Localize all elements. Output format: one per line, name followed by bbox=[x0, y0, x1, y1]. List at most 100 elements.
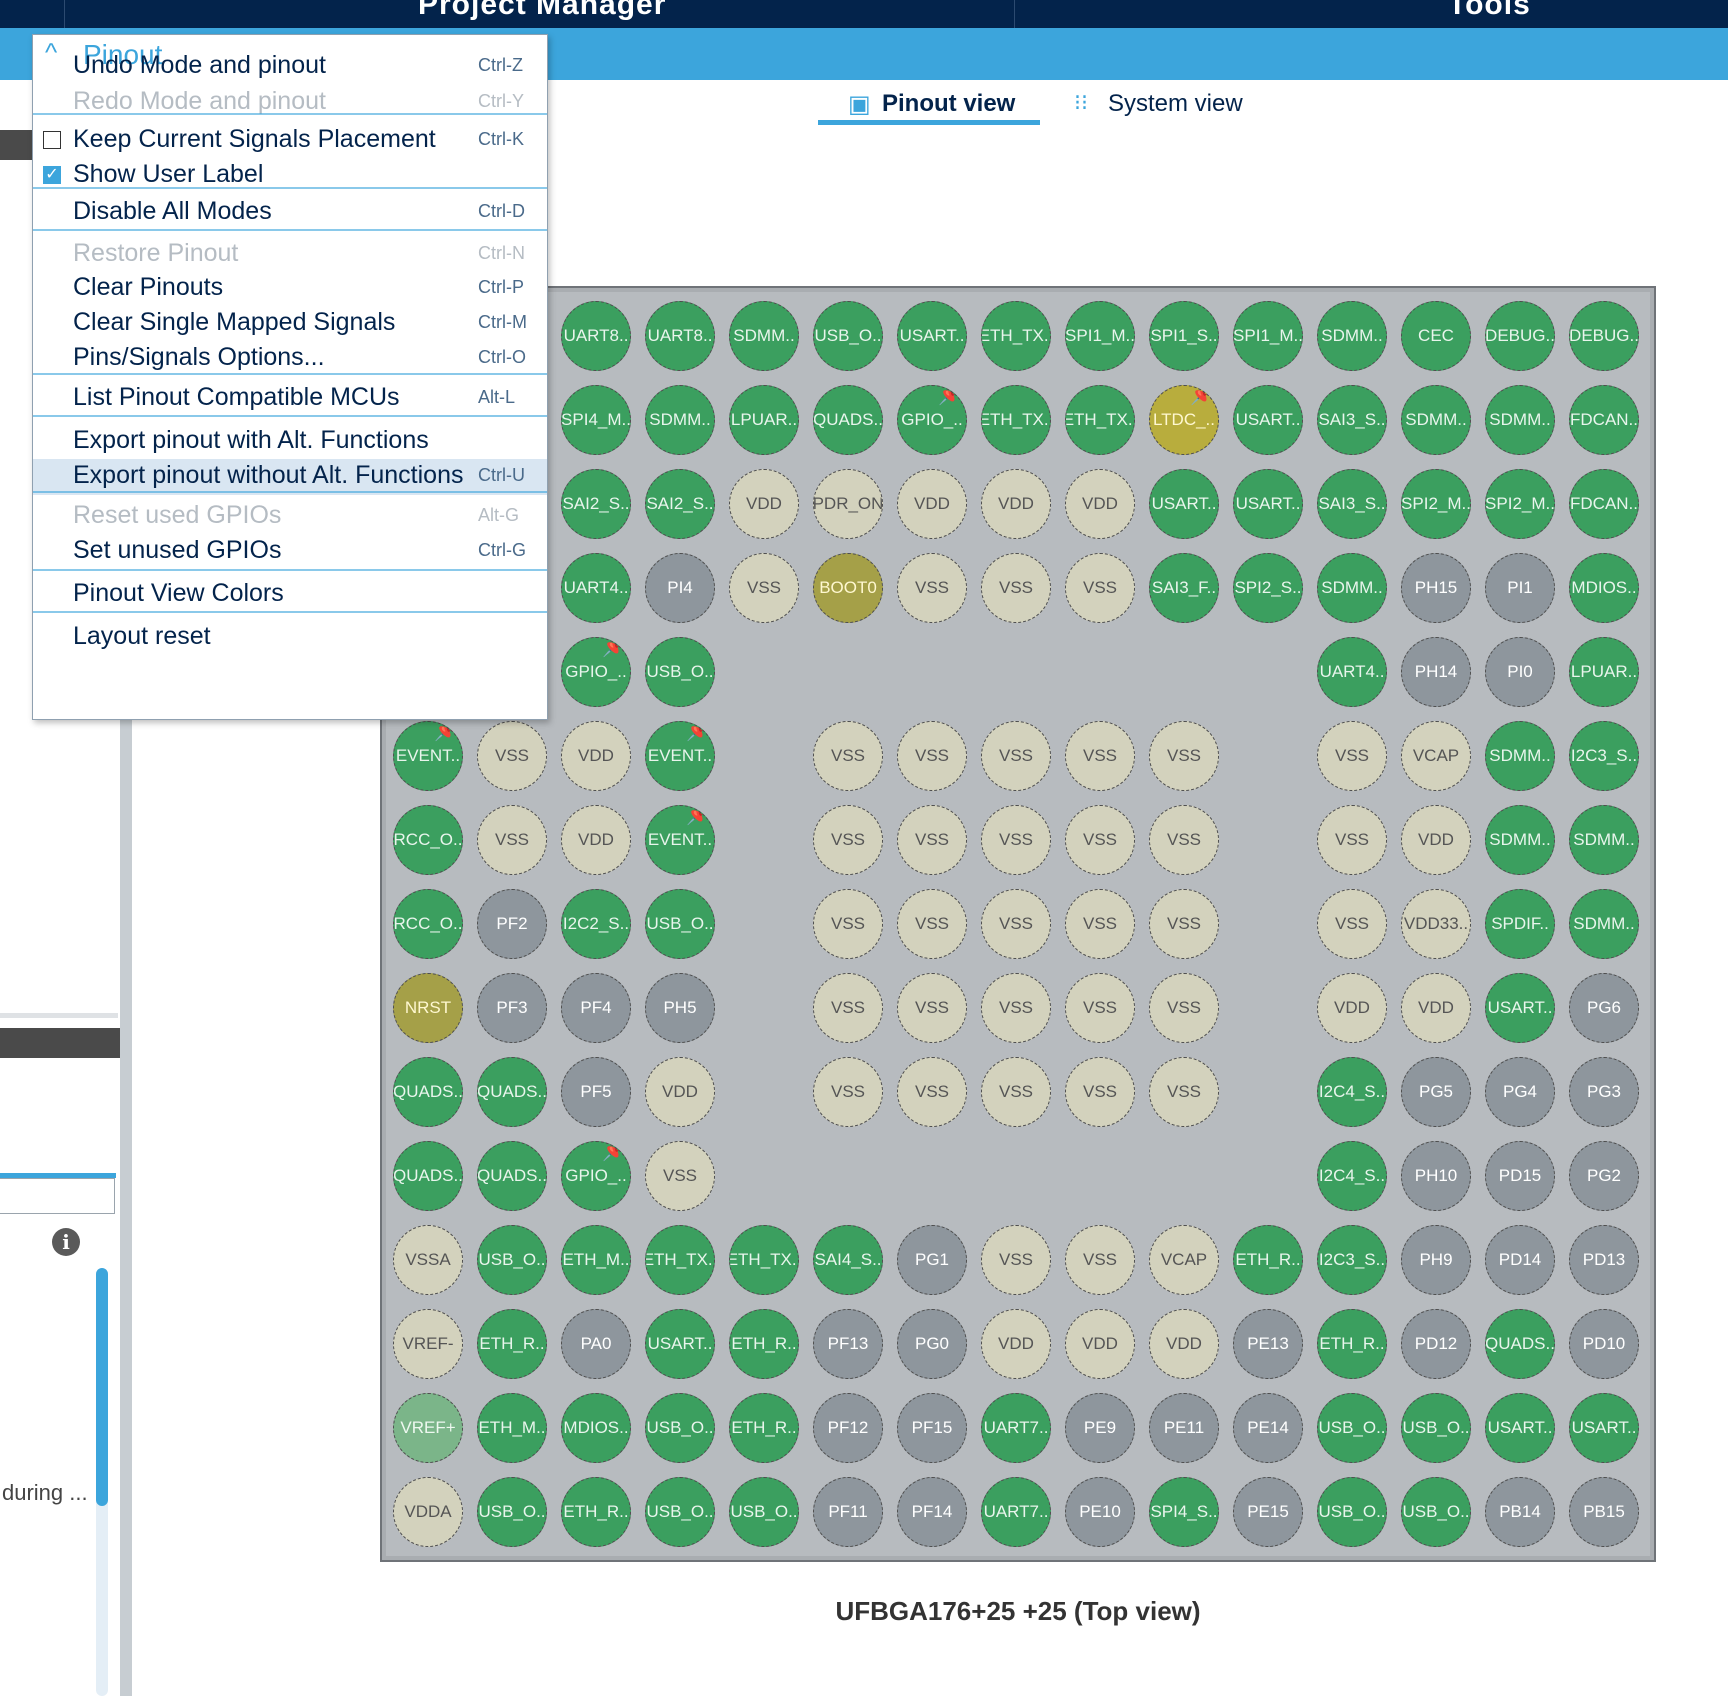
pin-usbo[interactable]: USB_O.. bbox=[645, 637, 715, 707]
pin-pe13[interactable]: PE13 bbox=[1233, 1309, 1303, 1379]
pin-spi1m[interactable]: SPI1_M.. bbox=[1233, 301, 1303, 371]
pin-uart7[interactable]: UART7.. bbox=[981, 1393, 1051, 1463]
pin-sdmm[interactable]: SDMM.. bbox=[1569, 805, 1639, 875]
pin-event[interactable]: EVENT.. 📌 bbox=[645, 805, 715, 875]
tab-tools[interactable]: Tools bbox=[1448, 0, 1531, 22]
pin-pf15[interactable]: PF15 bbox=[897, 1393, 967, 1463]
pin-vdd[interactable]: VDD bbox=[1149, 1309, 1219, 1379]
pin-ethtx[interactable]: ETH_TX.. bbox=[1065, 385, 1135, 455]
pin-nrst[interactable]: NRST bbox=[393, 973, 463, 1043]
pin-pg2[interactable]: PG2 bbox=[1569, 1141, 1639, 1211]
pin-pf14[interactable]: PF14 bbox=[897, 1477, 967, 1547]
pin-ethr[interactable]: ETH_R.. bbox=[1317, 1309, 1387, 1379]
pin-vss[interactable]: VSS bbox=[897, 805, 967, 875]
pin-usart[interactable]: USART.. bbox=[1485, 1393, 1555, 1463]
pin-ethm[interactable]: ETH_M.. bbox=[561, 1225, 631, 1295]
pin-vcap[interactable]: VCAP bbox=[1401, 721, 1471, 791]
pin-fdcan[interactable]: FDCAN.. bbox=[1569, 385, 1639, 455]
pin-usart[interactable]: USART.. bbox=[645, 1309, 715, 1379]
pin-ph15[interactable]: PH15 bbox=[1401, 553, 1471, 623]
menu-item[interactable]: Disable All Modes Ctrl-D bbox=[33, 195, 547, 231]
checkbox-icon[interactable] bbox=[43, 131, 61, 149]
pin-gpio[interactable]: GPIO_.. 📌 bbox=[561, 1141, 631, 1211]
pin-i2c4s[interactable]: I2C4_S.. bbox=[1317, 1057, 1387, 1127]
pin-pi1[interactable]: PI1 bbox=[1485, 553, 1555, 623]
pin-debug[interactable]: DEBUG.. bbox=[1485, 301, 1555, 371]
pin-pd15[interactable]: PD15 bbox=[1485, 1141, 1555, 1211]
panel-splitter[interactable] bbox=[120, 720, 132, 1696]
pin-vdd[interactable]: VDD bbox=[645, 1057, 715, 1127]
pin-pf5[interactable]: PF5 bbox=[561, 1057, 631, 1127]
pin-rcco[interactable]: RCC_O.. bbox=[393, 805, 463, 875]
pin-ph14[interactable]: PH14 bbox=[1401, 637, 1471, 707]
menu-item[interactable]: Pins/Signals Options... Ctrl-O bbox=[33, 341, 547, 377]
pin-pf3[interactable]: PF3 bbox=[477, 973, 547, 1043]
pin-vss[interactable]: VSS bbox=[897, 973, 967, 1043]
pin-pe15[interactable]: PE15 bbox=[1233, 1477, 1303, 1547]
pin-ethr[interactable]: ETH_R.. bbox=[729, 1393, 799, 1463]
pin-spi1m[interactable]: SPI1_M.. bbox=[1065, 301, 1135, 371]
pin-usbo[interactable]: USB_O.. bbox=[645, 889, 715, 959]
pin-usart[interactable]: USART.. bbox=[1233, 385, 1303, 455]
search-input[interactable] bbox=[0, 1178, 115, 1214]
pin-vss[interactable]: VSS bbox=[645, 1141, 715, 1211]
pin-pf2[interactable]: PF2 bbox=[477, 889, 547, 959]
pin-vss[interactable]: VSS bbox=[1317, 889, 1387, 959]
pin-usart[interactable]: USART.. bbox=[1233, 469, 1303, 539]
pin-vss[interactable]: VSS bbox=[1065, 1225, 1135, 1295]
pin-vdd[interactable]: VDD bbox=[729, 469, 799, 539]
pin-sdmm[interactable]: SDMM.. bbox=[729, 301, 799, 371]
pin-vdda[interactable]: VDDA bbox=[393, 1477, 463, 1547]
pin-i2c3s[interactable]: I2C3_S.. bbox=[1317, 1225, 1387, 1295]
pin-ethtx[interactable]: ETH_TX.. bbox=[981, 385, 1051, 455]
pin-usart[interactable]: USART.. bbox=[1569, 1393, 1639, 1463]
pin-vss[interactable]: VSS bbox=[1065, 805, 1135, 875]
pin-usbo[interactable]: USB_O.. bbox=[729, 1477, 799, 1547]
pin-spi2s[interactable]: SPI2_S.. bbox=[1233, 553, 1303, 623]
menu-item[interactable]: Export pinout without Alt. Functions Ctrl… bbox=[33, 459, 547, 495]
menu-item[interactable]: List Pinout Compatible MCUs Alt-L bbox=[33, 381, 547, 417]
menu-item[interactable]: Undo Mode and pinout Ctrl-Z bbox=[33, 49, 547, 85]
pin-pi0[interactable]: PI0 bbox=[1485, 637, 1555, 707]
pin-spi4m[interactable]: SPI4_M.. bbox=[561, 385, 631, 455]
tab-project-manager[interactable]: Project Manager bbox=[418, 0, 666, 22]
pin-vssa[interactable]: VSSA bbox=[393, 1225, 463, 1295]
pin-ltdc[interactable]: LTDC_.. 📌 bbox=[1149, 385, 1219, 455]
pin-vss[interactable]: VSS bbox=[1065, 889, 1135, 959]
pin-lpuar[interactable]: LPUAR.. bbox=[1569, 637, 1639, 707]
pin-event[interactable]: EVENT.. 📌 bbox=[393, 721, 463, 791]
pin-quads[interactable]: QUADS.. bbox=[393, 1057, 463, 1127]
pin-pg3[interactable]: PG3 bbox=[1569, 1057, 1639, 1127]
pin-spdif[interactable]: SPDIF.. bbox=[1485, 889, 1555, 959]
pin-vss[interactable]: VSS bbox=[477, 805, 547, 875]
menu-item[interactable]: Layout reset bbox=[33, 620, 547, 656]
pin-sai4s[interactable]: SAI4_S.. bbox=[813, 1225, 883, 1295]
pin-vss[interactable]: VSS bbox=[1317, 805, 1387, 875]
pin-vss[interactable]: VSS bbox=[729, 553, 799, 623]
pin-quads[interactable]: QUADS.. bbox=[477, 1141, 547, 1211]
pin-spi1s[interactable]: SPI1_S.. bbox=[1149, 301, 1219, 371]
pin-sdmm[interactable]: SDMM.. bbox=[1569, 889, 1639, 959]
pin-i2c4s[interactable]: I2C4_S.. bbox=[1317, 1141, 1387, 1211]
info-icon[interactable]: i bbox=[52, 1228, 80, 1256]
pin-vss[interactable]: VSS bbox=[897, 553, 967, 623]
pin-pb14[interactable]: PB14 bbox=[1485, 1477, 1555, 1547]
pin-lpuar[interactable]: LPUAR.. bbox=[729, 385, 799, 455]
pin-sai2s[interactable]: SAI2_S.. bbox=[645, 469, 715, 539]
pin-quads[interactable]: QUADS.. bbox=[813, 385, 883, 455]
pin-usbo[interactable]: USB_O.. bbox=[1317, 1477, 1387, 1547]
pin-vss[interactable]: VSS bbox=[1149, 973, 1219, 1043]
pin-pd13[interactable]: PD13 bbox=[1569, 1225, 1639, 1295]
pin-quads[interactable]: QUADS.. bbox=[477, 1057, 547, 1127]
pin-vss[interactable]: VSS bbox=[981, 553, 1051, 623]
pin-vdd[interactable]: VDD bbox=[1401, 805, 1471, 875]
pin-vss[interactable]: VSS bbox=[1149, 889, 1219, 959]
pin-vdd[interactable]: VDD bbox=[981, 1309, 1051, 1379]
pin-usbo[interactable]: USB_O.. bbox=[477, 1477, 547, 1547]
pin-spi2m[interactable]: SPI2_M.. bbox=[1401, 469, 1471, 539]
pin-vdd[interactable]: VDD bbox=[981, 469, 1051, 539]
pin-sdmm[interactable]: SDMM.. bbox=[1485, 805, 1555, 875]
pin-fdcan[interactable]: FDCAN.. bbox=[1569, 469, 1639, 539]
pin-vss[interactable]: VSS bbox=[813, 721, 883, 791]
pin-usbo[interactable]: USB_O.. bbox=[477, 1225, 547, 1295]
